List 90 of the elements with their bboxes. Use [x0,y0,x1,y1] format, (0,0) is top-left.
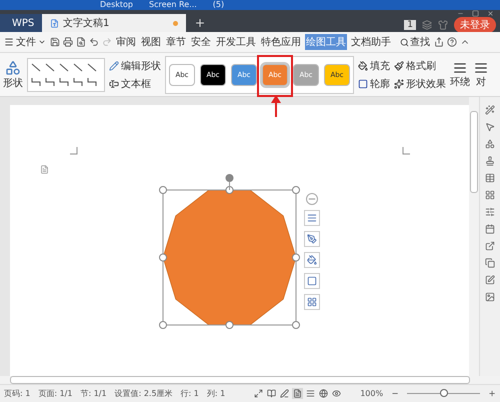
share-icon[interactable] [434,37,444,47]
read-view-button[interactable] [266,388,278,399]
pen-icon [307,234,317,244]
preview-icon[interactable] [76,37,86,47]
menu-icon [4,37,14,47]
sparkles-icon [394,78,404,88]
format-painter-button[interactable]: 格式刷 [394,58,446,72]
close-icon[interactable] [487,10,494,17]
write-view-button[interactable] [279,388,290,399]
document-tab[interactable]: 文字文稿1 [42,14,186,32]
square-icon [307,276,317,286]
square-outline-icon [358,78,368,88]
grid-icon[interactable] [485,190,495,200]
app-tab[interactable]: WPS [0,14,42,32]
caret-icon [38,38,46,46]
text-box-button[interactable]: 文本框 [109,76,161,90]
paintbrush-icon [394,60,404,70]
fill-button[interactable] [304,252,320,268]
save-icon[interactable] [50,37,60,47]
menu-tab[interactable]: 安全 [190,34,212,50]
status-text: 设置值: 2.5厘米 [114,388,173,399]
print-icon[interactable] [63,37,73,47]
taskbar-item[interactable]: Desktop [100,0,133,10]
wand-icon[interactable] [485,105,495,115]
margin-corner-mark [70,147,78,155]
stamp-icon[interactable] [485,156,495,166]
border-button[interactable] [304,273,320,289]
status-text: 节: 1/1 [80,388,107,399]
text-box-icon [109,78,119,88]
wrap-button[interactable]: 环绕 [450,60,470,88]
menu-tab[interactable]: 开发工具 [215,34,257,50]
pencil-icon [109,60,119,70]
new-tab-button[interactable] [194,17,206,29]
fill-button[interactable]: 填充 [358,58,390,72]
sliders-icon[interactable] [485,207,495,217]
outline-pen-button[interactable] [304,231,320,247]
zoom-slider-thumb[interactable] [440,389,448,397]
lines-icon [307,213,317,223]
page-view-button[interactable] [292,388,304,399]
shape-button[interactable]: 形状 [3,60,23,90]
taskbar-item[interactable]: Screen Re... [149,0,197,10]
pointer-arrow [271,94,281,116]
file-menu[interactable]: 文件 [3,34,47,50]
zoom-percent: 100% [360,389,384,398]
shapes-icon[interactable] [485,139,495,149]
document-icon [50,18,59,28]
status-text: 页码: 1 [4,388,30,399]
web-view-button[interactable] [318,388,330,399]
window-count: 1 [404,20,416,30]
maximize-icon[interactable] [472,10,479,17]
zoom-in-icon[interactable] [488,389,496,398]
search-button[interactable]: 查找 [399,34,431,50]
menu-tab[interactable]: 视图 [140,34,162,50]
menu-tab[interactable]: 章节 [165,34,187,50]
fullscreen-view-button[interactable] [253,388,264,399]
taskbar-item[interactable]: (5) [212,0,224,10]
decagon-shape[interactable] [162,190,296,326]
edit-shape-button[interactable]: 编辑形状 [109,58,161,72]
undo-icon[interactable] [89,37,99,47]
status-text: 列: 1 [206,388,226,399]
copy-icon[interactable] [485,258,495,268]
collapse-icon[interactable] [306,193,318,205]
menu-tab[interactable]: 文档助手 [350,34,392,50]
edit-icon[interactable] [485,275,495,285]
skin-icon[interactable] [438,20,448,30]
external-link-icon[interactable] [485,241,495,251]
pointer-icon[interactable] [485,122,495,132]
align-button[interactable]: 对 [474,60,488,88]
calendar-icon[interactable] [485,224,495,234]
outline-button[interactable]: 轮廓 [358,76,390,90]
layout-options-button[interactable] [304,210,320,226]
login-button[interactable]: 未登录 [454,17,496,33]
layers-icon[interactable] [422,20,432,30]
eye-view-button[interactable] [331,388,342,399]
image-icon[interactable] [485,292,495,302]
status-text: 页面: 1/1 [38,388,72,399]
shape-effects-button[interactable]: 形状效果 [394,76,446,90]
search-icon [400,38,409,46]
menu-tab[interactable]: 特色应用 [260,34,302,50]
status-text: 行: 1 [180,388,199,399]
grid-icon [307,297,317,307]
paint-bucket-icon [307,255,317,265]
table-icon[interactable] [485,173,495,183]
menu-tab[interactable]: 审阅 [115,34,137,50]
more-shapes-button[interactable] [304,294,320,310]
margin-corner-mark [402,147,410,155]
outline-view-button[interactable] [305,388,316,399]
paint-bucket-icon [358,60,368,70]
help-icon[interactable] [447,37,457,47]
shapes-icon [5,60,21,76]
